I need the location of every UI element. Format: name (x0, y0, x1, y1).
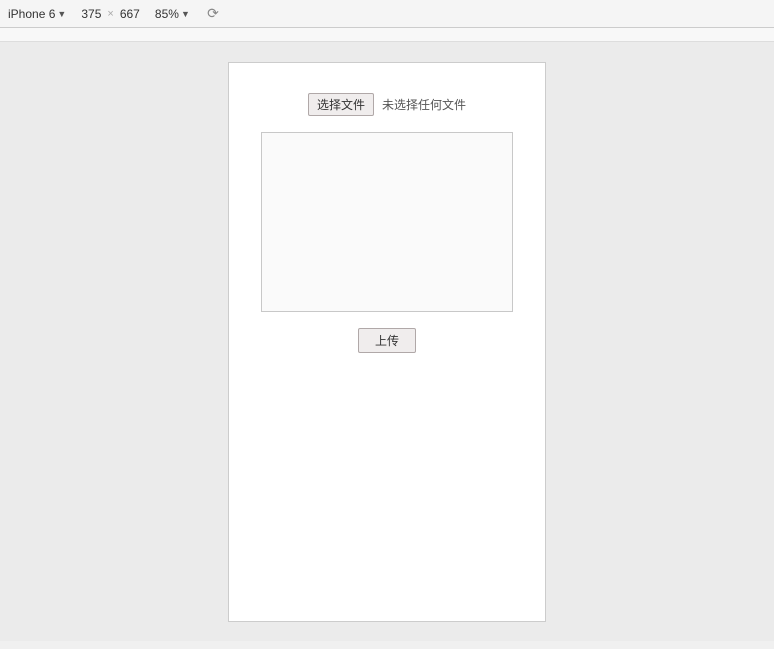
zoom-selector[interactable]: 85% ▼ (155, 7, 190, 21)
spacer2 (196, 8, 199, 20)
image-preview-area (261, 132, 513, 312)
file-choose-button[interactable]: 选择文件 (308, 93, 374, 116)
dimension-separator (72, 8, 75, 20)
refresh-icon[interactable]: ⟳ (205, 6, 221, 22)
device-selector[interactable]: iPhone 6 ▼ (8, 7, 66, 21)
device-height: 667 (120, 7, 140, 21)
file-no-selected-label: 未选择任何文件 (382, 96, 466, 113)
browser-toolbar: iPhone 6 ▼ 375 × 667 85% ▼ ⟳ (0, 0, 774, 28)
file-input-row: 选择文件 未选择任何文件 (249, 93, 525, 116)
device-width: 375 (81, 7, 101, 21)
device-frame: 选择文件 未选择任何文件 上传 (228, 62, 546, 622)
horizontal-ruler (0, 28, 774, 42)
zoom-value: 85% (155, 7, 179, 21)
device-dropdown-arrow[interactable]: ▼ (57, 9, 66, 19)
device-content: 选择文件 未选择任何文件 上传 (229, 63, 545, 373)
device-name-label: iPhone 6 (8, 7, 55, 21)
main-area: 选择文件 未选择任何文件 上传 (0, 42, 774, 641)
times-symbol: × (107, 8, 113, 20)
zoom-dropdown-arrow[interactable]: ▼ (181, 9, 190, 19)
spacer (146, 8, 149, 20)
upload-button[interactable]: 上传 (358, 328, 416, 353)
